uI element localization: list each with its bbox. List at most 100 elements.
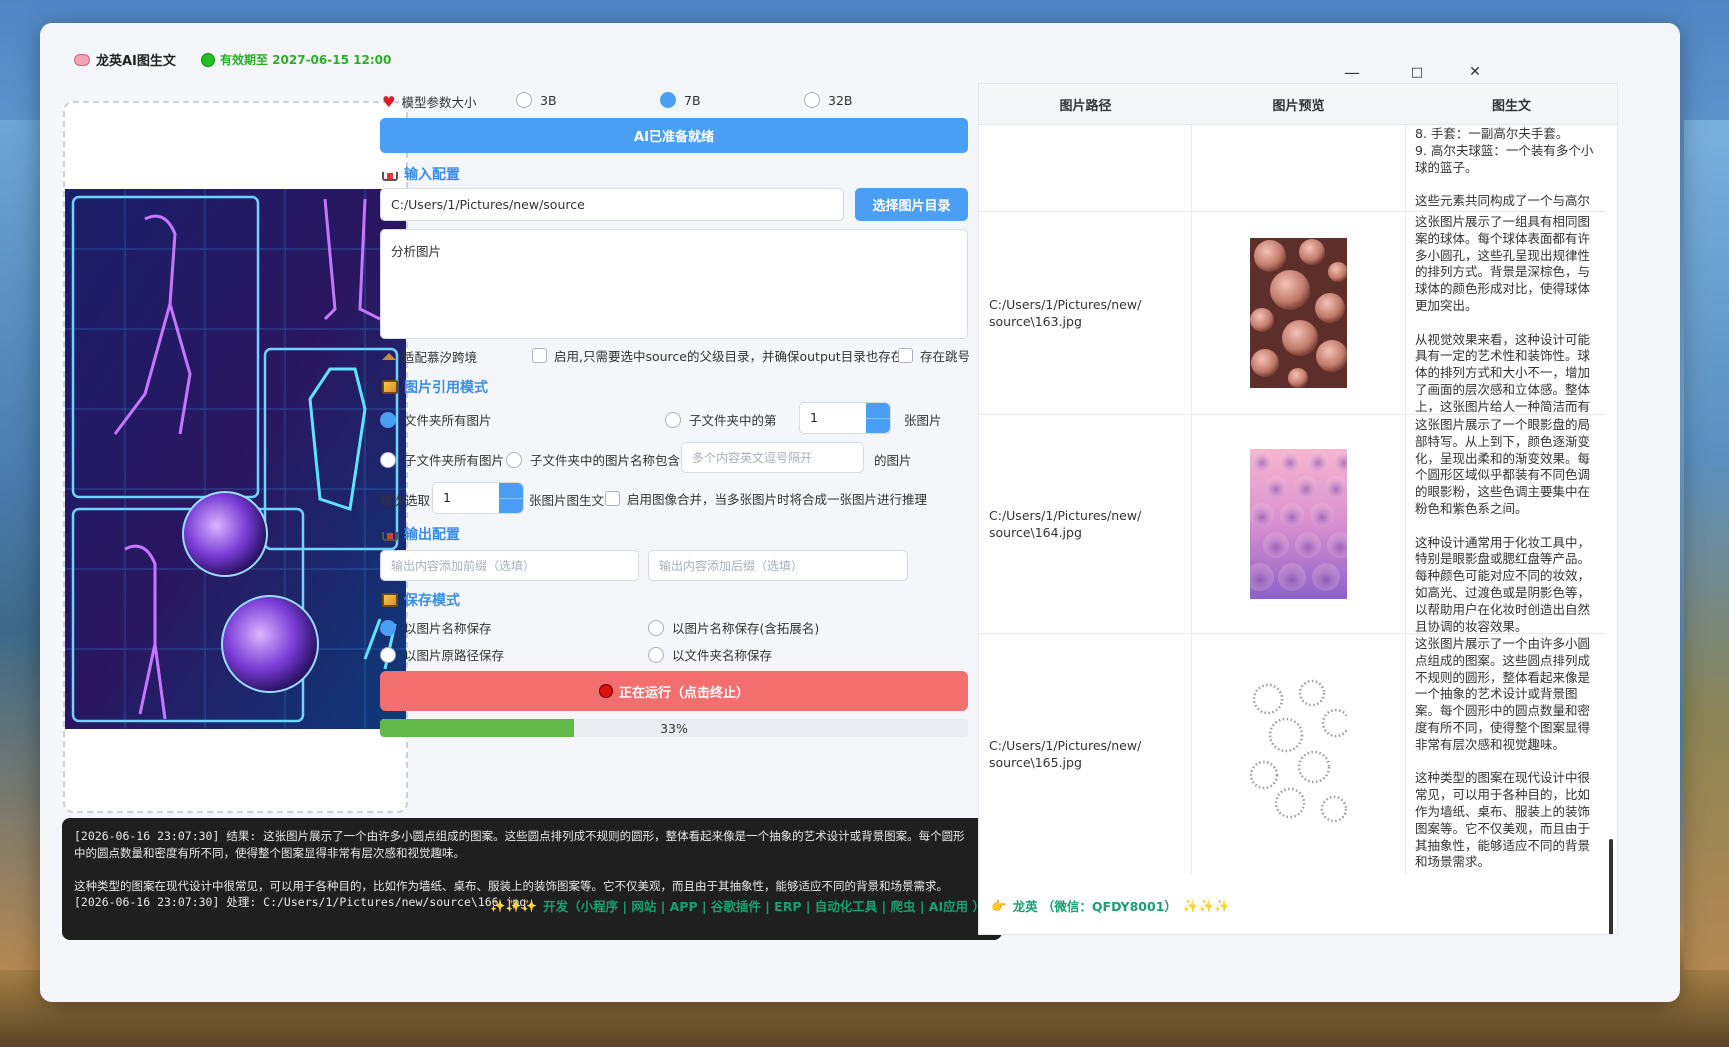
row-preview — [1192, 634, 1406, 874]
table-row[interactable]: C:/Users/1/Pictures/new/ source\163.jpg … — [979, 212, 1605, 415]
model-option-7b[interactable]: 7B — [660, 92, 701, 108]
picture-icon — [382, 593, 398, 607]
ref-sub-all-option[interactable]: 子文件夹所有图片 — [380, 450, 504, 469]
col-header-path: 图片路径 — [1059, 98, 1112, 114]
app-title: 龙英AI图生文 — [74, 50, 176, 69]
table-row[interactable]: C:/Users/1/Pictures/new/ source\164.jpg — [979, 415, 1605, 634]
ai-status-button[interactable]: AI已准备就绪 — [380, 118, 968, 153]
desktop-left-edge — [0, 120, 40, 970]
desktop-right-edge — [1684, 120, 1729, 970]
pointing-hand-icon: 👉 — [990, 897, 1007, 913]
skip-number-option[interactable]: 存在跳号 — [898, 346, 970, 365]
ref-all-images-option[interactable]: 文件夹所有图片 — [380, 410, 492, 429]
stepper-arrows[interactable] — [866, 403, 890, 433]
radio-save-by-name-ext[interactable] — [648, 619, 664, 636]
row-path — [979, 124, 1192, 211]
row-text: 8. 手套：一副高尔夫手套。 9. 高尔夫球篮：一个装有多个小球的篮子。 这些元… — [1415, 126, 1594, 211]
save-by-name-ext-option[interactable]: 以图片名称保存(含拓展名) — [648, 618, 819, 637]
brain-icon — [74, 53, 90, 66]
close-button[interactable]: ✕ — [1460, 61, 1490, 83]
results-table[interactable]: 图片路径 图片预览 图生文 8. 手套：一副高尔夫手套。 9. 高尔夫球篮：一个… — [978, 83, 1618, 935]
table-scrollbar-thumb[interactable] — [1609, 839, 1613, 934]
row-text: 这张图片展示了一个由许多小圆点组成的图案。这些圆点排列成不规则的圆形，整体看起来… — [1415, 636, 1591, 870]
radio-save-by-path[interactable] — [380, 646, 396, 663]
nth-suffix: 张图片 — [904, 413, 942, 428]
image-preview-dropzone[interactable] — [63, 101, 408, 813]
save-by-name-option[interactable]: 以图片名称保存 — [380, 618, 492, 637]
footer-author: 龙英 （微信：QFDY8001） — [1012, 899, 1177, 914]
run-stop-button[interactable]: 正在运行（点击终止） — [380, 671, 968, 711]
progress-text: 33% — [660, 720, 688, 736]
stepper-arrows[interactable] — [499, 483, 523, 513]
output-config-heading: 输出配置 — [382, 524, 460, 544]
select-folder-button[interactable]: 选择图片目录 — [855, 188, 968, 221]
thumbnail-pink-eyeshadow — [1250, 449, 1347, 599]
enable-parent-dir-checkbox[interactable] — [532, 348, 547, 363]
save-mode-heading: 保存模式 — [382, 590, 460, 610]
log-console[interactable]: [2026-06-16 23:07:30] 结果: 这张图片展示了一个由许多小圆… — [62, 818, 1002, 940]
row-path: C:/Users/1/Pictures/new/ source\165.jpg — [979, 634, 1192, 874]
name-contains-input[interactable]: 多个内容英文逗号隔开 — [681, 442, 864, 473]
log-line: [2026-06-16 23:07:30] 结果: 这张图片展示了一个由许多小圆… — [74, 829, 965, 860]
table-row[interactable]: C:/Users/1/Pictures/new/ source\165.jpg … — [979, 634, 1605, 874]
recording-dot-icon — [598, 684, 613, 698]
row-path: C:/Users/1/Pictures/new/ source\164.jpg — [979, 415, 1192, 633]
nth-image-stepper[interactable]: 1 — [799, 402, 891, 434]
save-by-folder-option[interactable]: 以文件夹名称保存 — [648, 645, 772, 664]
save-by-path-option[interactable]: 以图片原路径保存 — [380, 645, 504, 664]
radio-32b[interactable] — [804, 92, 820, 108]
model-option-32b[interactable]: 32B — [804, 92, 852, 108]
radio-save-by-folder[interactable] — [648, 646, 664, 663]
batch-prefix: 每次选取 — [380, 493, 431, 508]
radio-name-contains[interactable] — [506, 451, 522, 468]
table-row[interactable]: 8. 手套：一副高尔夫手套。 9. 高尔夫球篮：一个装有多个小球的篮子。 这些元… — [979, 124, 1605, 212]
source-path-input[interactable]: C:/Users/1/Pictures/new/source — [380, 188, 844, 221]
row-text: 这张图片展示了一个眼影盘的局部特写。从上到下，颜色逐渐变化，呈现出柔和的渐变效果… — [1415, 417, 1591, 633]
house-icon — [382, 353, 396, 360]
footer-dev-text: 开发（小程序 | 网站 | APP | 谷歌插件 | ERP | 自动化工具 |… — [543, 899, 985, 914]
radio-3b[interactable] — [516, 92, 532, 108]
output-prefix-input[interactable]: 输出内容添加前缀（选填） — [380, 550, 639, 581]
skip-number-checkbox[interactable] — [898, 348, 913, 363]
ref-name-contains-option[interactable]: 子文件夹中的图片名称包含 — [506, 450, 680, 469]
model-size-label: ♥ 模型参数大小 — [382, 92, 477, 111]
expiry-text: 有效期至 2027-06-15 12:00 — [220, 53, 392, 67]
radio-nth-image[interactable] — [665, 411, 681, 428]
batch-suffix: 张图片图生文 — [529, 493, 605, 508]
log-line: 这种类型的图案在现代设计中很常见，可以用于各种目的，比如作为墙纸、桌布、服装上的… — [74, 878, 948, 893]
merge-images-option[interactable]: 启用图像合并，当多张图片时将合成一张图片进行推理 — [605, 489, 927, 508]
footer-credits: ✨✨✨ 开发（小程序 | 网站 | APP | 谷歌插件 | ERP | 自动化… — [40, 896, 1680, 915]
table-scrollbar[interactable] — [1607, 124, 1615, 934]
title-bar[interactable]: 龙英AI图生文 有效期至 2027-06-15 12:00 — □ ✕ — [40, 23, 1680, 85]
minimize-button[interactable]: — — [1337, 61, 1367, 83]
heart-icon: ♥ — [382, 92, 396, 111]
thumbnail-dot-pattern — [1250, 679, 1347, 829]
status-dot-icon — [201, 52, 215, 67]
row-preview — [1192, 415, 1406, 633]
col-header-preview: 图片预览 — [1272, 98, 1325, 114]
outbox-icon — [382, 532, 398, 541]
model-option-3b[interactable]: 3B — [516, 92, 557, 108]
ref-nth-image-option[interactable]: 子文件夹中的第 — [665, 410, 777, 429]
progress-bar: 33% — [380, 719, 968, 737]
batch-size-stepper[interactable]: 1 — [432, 482, 524, 514]
expiry-status: 有效期至 2027-06-15 12:00 — [201, 51, 391, 68]
enable-parent-dir-option[interactable]: 启用,只需要选中source的父级目录，并确保output目录也存在 — [532, 346, 903, 365]
output-suffix-input[interactable]: 输出内容添加后缀（选填） — [648, 550, 908, 581]
sparkle-icon: ✨✨✨ — [1182, 897, 1230, 913]
prompt-textarea[interactable]: 分析图片 — [380, 229, 968, 339]
radio-7b[interactable] — [660, 92, 676, 108]
inbox-icon — [382, 172, 398, 181]
app-window: 龙英AI图生文 有效期至 2027-06-15 12:00 — □ ✕ [202… — [40, 23, 1680, 1002]
maximize-button[interactable]: □ — [1402, 61, 1432, 83]
merge-images-checkbox[interactable] — [605, 491, 620, 506]
row-preview — [1192, 212, 1406, 414]
radio-all-images[interactable] — [380, 411, 396, 428]
radio-save-by-name[interactable] — [380, 619, 396, 636]
picture-icon — [382, 380, 398, 394]
radio-sub-all[interactable] — [380, 451, 396, 468]
table-header: 图片路径 图片预览 图生文 — [979, 84, 1617, 125]
ref-mode-heading: 图片引用模式 — [382, 377, 488, 397]
contains-suffix: 的图片 — [874, 453, 912, 468]
